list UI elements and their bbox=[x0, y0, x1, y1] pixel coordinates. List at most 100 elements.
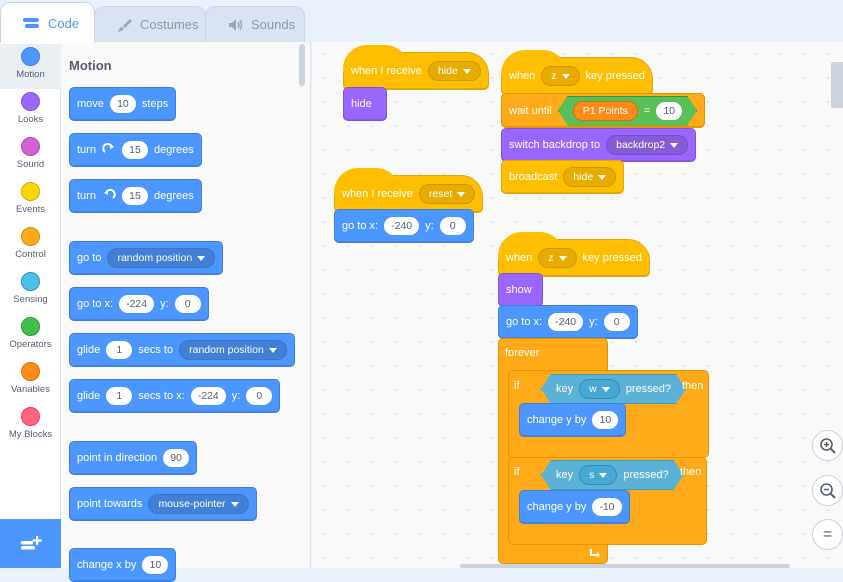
tab-code[interactable]: Code bbox=[0, 2, 95, 43]
caret-down-icon bbox=[561, 73, 570, 79]
x-input[interactable]: -240 bbox=[384, 217, 420, 235]
caret-down-icon bbox=[268, 347, 277, 353]
zoom-out-button[interactable] bbox=[812, 475, 843, 506]
go-to-xy-block[interactable]: go to x: -240 y: 0 bbox=[334, 209, 474, 243]
key-pressed-sensing[interactable]: key s pressed? bbox=[541, 460, 684, 490]
block-text: go to x: bbox=[506, 316, 543, 328]
go-to-xy-block[interactable]: go to x: -240 y: 0 bbox=[498, 305, 638, 339]
workspace-horizontal-scrollbar[interactable] bbox=[460, 564, 790, 568]
glide-target-dropdown[interactable]: random position bbox=[179, 340, 287, 360]
sensing-dot-icon bbox=[21, 272, 40, 291]
dropdown-value: s bbox=[589, 469, 595, 481]
caret-down-icon bbox=[602, 387, 610, 392]
x-input[interactable]: -224 bbox=[190, 387, 226, 405]
zoom-in-button[interactable] bbox=[812, 430, 843, 461]
tab-sounds[interactable]: Sounds bbox=[205, 6, 305, 42]
y-input[interactable]: 0 bbox=[174, 295, 201, 313]
backdrop-dropdown[interactable]: backdrop2 bbox=[606, 135, 689, 155]
sensing-key-dropdown[interactable]: w bbox=[579, 379, 620, 399]
then-label: then bbox=[680, 466, 702, 478]
category-sound[interactable]: Sound bbox=[0, 134, 61, 179]
looks-dot-icon bbox=[21, 92, 40, 111]
turn-left-block[interactable]: turn 15 degrees bbox=[69, 179, 202, 213]
x-input[interactable]: -224 bbox=[119, 295, 155, 313]
equals-operator[interactable]: P1 Points = 10 bbox=[558, 96, 697, 126]
broadcast-block[interactable]: broadcast hide bbox=[501, 160, 625, 194]
glide-to-block[interactable]: glide 1 secs to random position bbox=[69, 333, 295, 367]
category-variables[interactable]: Variables bbox=[0, 359, 61, 404]
secs-input[interactable]: 1 bbox=[106, 341, 133, 359]
caret-down-icon bbox=[599, 473, 607, 478]
wait-until-block[interactable]: wait until P1 Points = 10 bbox=[501, 93, 706, 128]
category-motion[interactable]: Motion bbox=[0, 44, 61, 89]
go-to-block[interactable]: go to random position bbox=[69, 241, 224, 275]
glide-to-xy-block[interactable]: glide 1 secs to x: -224 y: 0 bbox=[69, 379, 281, 413]
block-text: switch backdrop to bbox=[509, 139, 601, 151]
add-extension-button[interactable] bbox=[0, 519, 61, 568]
change-y-block[interactable]: change y by 10 bbox=[519, 403, 627, 437]
move-steps-block[interactable]: move 10 steps bbox=[69, 87, 177, 121]
if-label: if bbox=[514, 466, 520, 478]
block-text: go to x: bbox=[342, 220, 379, 232]
block-text: y: bbox=[425, 220, 434, 232]
key-dropdown[interactable]: z bbox=[541, 66, 580, 86]
message-dropdown[interactable]: reset bbox=[418, 184, 476, 204]
compare-value-input[interactable]: 10 bbox=[656, 102, 682, 120]
workspace-vertical-scrollbar[interactable] bbox=[831, 62, 843, 108]
x-input[interactable]: -240 bbox=[548, 313, 584, 331]
when-key-pressed-hat[interactable]: when z key pressed bbox=[501, 50, 653, 95]
go-to-xy-block[interactable]: go to x: -224 y: 0 bbox=[69, 287, 209, 321]
switch-backdrop-block[interactable]: switch backdrop to backdrop2 bbox=[501, 128, 697, 162]
category-control[interactable]: Control bbox=[0, 224, 61, 269]
direction-input[interactable]: 90 bbox=[163, 449, 190, 467]
broadcast-message-dropdown[interactable]: hide bbox=[563, 167, 617, 187]
key-dropdown[interactable]: z bbox=[538, 248, 577, 268]
variable-reporter[interactable]: P1 Points bbox=[573, 101, 638, 121]
operator-symbol: = bbox=[643, 104, 651, 117]
when-i-receive-hat[interactable]: when I receive hide bbox=[343, 45, 489, 90]
block-text: pressed? bbox=[625, 383, 671, 395]
speaker-icon bbox=[229, 18, 243, 31]
y-input[interactable]: 0 bbox=[603, 313, 630, 331]
goto-target-dropdown[interactable]: random position bbox=[107, 248, 216, 268]
degrees-input[interactable]: 15 bbox=[121, 187, 148, 205]
point-in-direction-block[interactable]: point in direction 90 bbox=[69, 441, 198, 475]
sensing-key-dropdown[interactable]: s bbox=[579, 465, 617, 485]
category-looks[interactable]: Looks bbox=[0, 89, 61, 134]
block-text: turn bbox=[77, 144, 96, 156]
rotate-right-icon bbox=[102, 143, 114, 153]
show-block[interactable]: show bbox=[498, 273, 543, 307]
code-icon bbox=[23, 18, 39, 28]
zoom-reset-button[interactable]: = bbox=[812, 519, 843, 550]
key-pressed-sensing[interactable]: key w pressed? bbox=[541, 374, 686, 404]
category-label: Motion bbox=[16, 69, 45, 80]
y-input[interactable]: 0 bbox=[439, 217, 466, 235]
secs-input[interactable]: 1 bbox=[106, 387, 133, 405]
y-input[interactable]: 0 bbox=[246, 387, 273, 405]
message-dropdown[interactable]: hide bbox=[427, 61, 481, 81]
category-operators[interactable]: Operators bbox=[0, 314, 61, 359]
change-y-input[interactable]: 10 bbox=[592, 411, 619, 429]
block-text: change y by bbox=[527, 414, 587, 426]
variables-dot-icon bbox=[21, 362, 40, 381]
hide-block[interactable]: hide bbox=[343, 87, 387, 121]
turn-right-block[interactable]: turn 15 degrees bbox=[69, 133, 202, 167]
change-x-block[interactable]: change x by 10 bbox=[69, 548, 177, 582]
block-text: glide bbox=[77, 390, 101, 402]
when-key-pressed-hat[interactable]: when z key pressed bbox=[498, 232, 650, 277]
category-my-blocks[interactable]: My Blocks bbox=[0, 404, 61, 449]
point-towards-block[interactable]: point towards mouse-pointer bbox=[69, 487, 257, 521]
change-x-input[interactable]: 10 bbox=[142, 556, 169, 574]
when-i-receive-hat[interactable]: when I receive reset bbox=[334, 168, 484, 213]
category-label: Sensing bbox=[13, 294, 48, 305]
tab-costumes[interactable]: Costumes bbox=[94, 6, 206, 42]
change-y-block[interactable]: change y by -10 bbox=[519, 490, 630, 524]
palette-scrollbar[interactable] bbox=[299, 44, 305, 86]
degrees-input[interactable]: 15 bbox=[121, 141, 148, 159]
towards-target-dropdown[interactable]: mouse-pointer bbox=[148, 494, 249, 514]
steps-input[interactable]: 10 bbox=[109, 95, 136, 113]
category-label: Sound bbox=[16, 159, 45, 170]
category-sensing[interactable]: Sensing bbox=[0, 269, 61, 314]
change-y-input[interactable]: -10 bbox=[592, 498, 622, 516]
category-events[interactable]: Events bbox=[0, 179, 61, 224]
